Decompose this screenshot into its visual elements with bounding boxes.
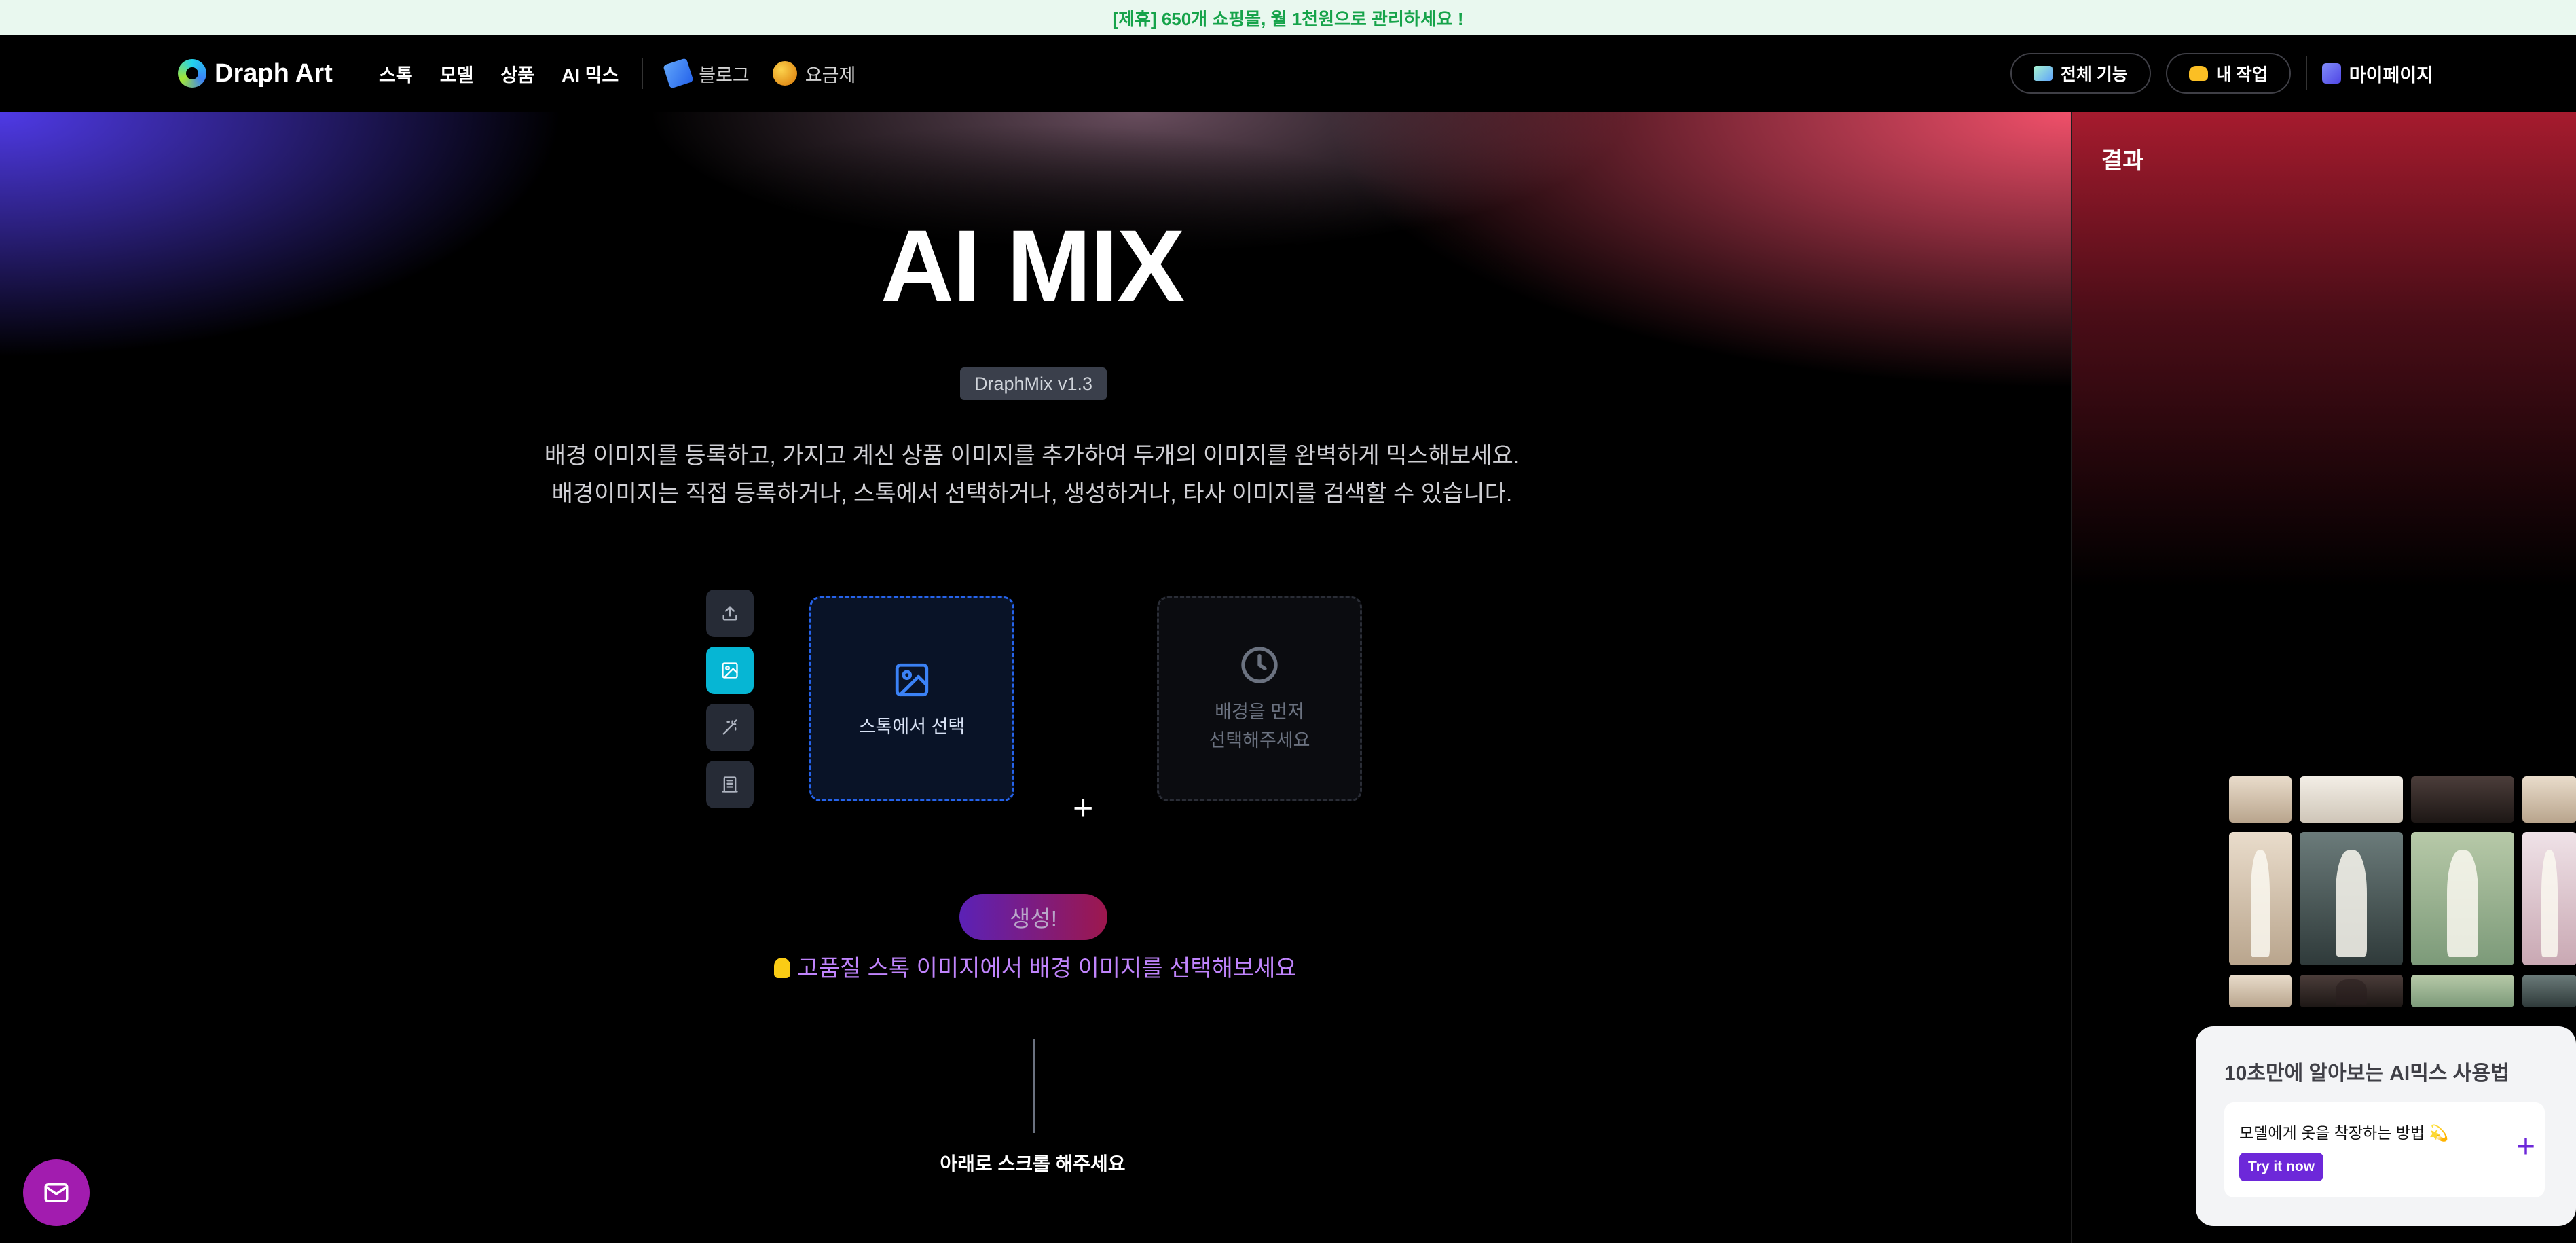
header-actions: 전체 기능 내 작업 마이페이지 bbox=[2010, 53, 2433, 94]
gallery-thumbnail[interactable] bbox=[2522, 832, 2576, 965]
stock-image-tool-button[interactable] bbox=[706, 647, 754, 694]
cards-icon bbox=[2033, 66, 2053, 81]
upload-icon bbox=[722, 606, 737, 621]
logo-mark-icon bbox=[178, 59, 206, 88]
gallery-thumbnail[interactable] bbox=[2522, 975, 2576, 1007]
model-figure bbox=[2336, 979, 2367, 1006]
nav-item-pricing[interactable]: 요금제 bbox=[772, 60, 856, 87]
header-divider bbox=[2305, 56, 2307, 90]
nav-divider bbox=[642, 58, 644, 89]
building-icon bbox=[722, 776, 738, 793]
upload-tool-button[interactable] bbox=[706, 590, 754, 637]
product-image-card-disabled: 배경을 먼저 선택해주세요 bbox=[1157, 596, 1362, 801]
book-icon bbox=[663, 58, 694, 89]
all-features-button[interactable]: 전체 기능 bbox=[2010, 53, 2151, 94]
nav-item-pricing-label: 요금제 bbox=[805, 65, 856, 86]
gallery-thumbnail[interactable] bbox=[2300, 776, 2403, 823]
magic-wand-icon bbox=[722, 719, 737, 735]
person-icon bbox=[2321, 63, 2341, 84]
model-figure bbox=[2336, 850, 2367, 958]
tip-message: 고품질 스톡 이미지에서 배경 이미지를 선택해보세요 bbox=[0, 950, 2071, 983]
logo-text: Draph Art bbox=[215, 58, 333, 88]
gallery-thumbnail[interactable] bbox=[2300, 975, 2403, 1007]
image-icon bbox=[895, 663, 929, 696]
gallery-thumbnail[interactable] bbox=[2411, 776, 2514, 823]
nav-item-ai-mix[interactable]: AI 믹스 bbox=[562, 60, 619, 87]
stock-select-label: 스톡에서 선택 bbox=[858, 716, 965, 737]
main-area: AI MIX DraphMix v1.3 배경 이미지를 등록하고, 가지고 계… bbox=[0, 112, 2071, 1243]
clock-icon bbox=[1241, 647, 1278, 683]
description-line-2: 배경이미지는 직접 등록하거나, 스톡에서 선택하거나, 생성하거나, 타사 이… bbox=[551, 481, 1513, 507]
gallery-thumbnail[interactable] bbox=[2411, 975, 2514, 1007]
tutorial-popup: 10초만에 알아보는 AI믹스 사용법 모델에게 옷을 착장하는 방법 💫 Tr… bbox=[2196, 1026, 2576, 1226]
tutorial-title: 10초만에 알아보는 AI믹스 사용법 bbox=[2224, 1062, 2509, 1085]
promo-text[interactable]: [제휴] 650개 쇼핑몰, 월 1천원으로 관리하세요 ! bbox=[1112, 5, 1463, 31]
try-it-now-button[interactable]: Try it now bbox=[2239, 1153, 2323, 1181]
my-work-label: 내 작업 bbox=[2215, 65, 2268, 84]
gallery-thumbnail[interactable] bbox=[2300, 832, 2403, 965]
generate-tool-button[interactable] bbox=[706, 704, 754, 751]
image-icon bbox=[722, 662, 738, 679]
model-figure bbox=[2447, 850, 2478, 958]
sample-image-gallery[interactable] bbox=[2229, 776, 2576, 1007]
nav-item-blog-label: 블로그 bbox=[699, 65, 750, 86]
gallery-thumbnail[interactable] bbox=[2411, 832, 2514, 965]
nav-item-product[interactable]: 상품 bbox=[500, 60, 534, 87]
model-figure bbox=[2251, 850, 2270, 958]
description-line-1: 배경 이미지를 등록하고, 가지고 계신 상품 이미지를 추가하여 두개의 이미… bbox=[544, 443, 1520, 469]
contact-mail-button[interactable] bbox=[23, 1159, 90, 1226]
page-title: AI MIX bbox=[880, 209, 1185, 323]
pending-message-line-1: 배경을 먼저 bbox=[1215, 702, 1304, 722]
tip-text: 고품질 스톡 이미지에서 배경 이미지를 선택해보세요 bbox=[797, 956, 1297, 981]
gallery-thumbnail[interactable] bbox=[2229, 975, 2292, 1007]
main-nav: 스톡 모델 상품 AI 믹스 블로그 요금제 bbox=[379, 56, 879, 91]
tutorial-item-text: 모델에게 옷을 착장하는 방법 💫 bbox=[2239, 1124, 2449, 1142]
gallery-thumbnail[interactable] bbox=[2522, 776, 2576, 823]
pending-message: 배경을 먼저 선택해주세요 bbox=[1209, 698, 1310, 755]
nav-item-model[interactable]: 모델 bbox=[440, 60, 474, 87]
model-figure bbox=[2541, 850, 2558, 958]
coin-icon bbox=[772, 61, 797, 86]
lightbulb-icon bbox=[774, 958, 791, 978]
pending-message-line-2: 선택해주세요 bbox=[1209, 730, 1310, 751]
expand-plus-icon[interactable]: + bbox=[2516, 1127, 2535, 1168]
tutorial-item[interactable]: 모델에게 옷을 착장하는 방법 💫 Try it now + bbox=[2224, 1102, 2545, 1197]
nav-item-blog[interactable]: 블로그 bbox=[663, 58, 750, 89]
logo[interactable]: Draph Art bbox=[178, 56, 333, 91]
search-tool-button[interactable] bbox=[706, 761, 754, 808]
top-header: Draph Art 스톡 모델 상품 AI 믹스 블로그 요금제 전체 기능 내… bbox=[0, 35, 2576, 111]
stock-select-card[interactable]: 스톡에서 선택 bbox=[809, 596, 1014, 801]
gallery-thumbnail[interactable] bbox=[2229, 832, 2292, 965]
mail-icon bbox=[44, 1183, 69, 1202]
scroll-hint: 아래로 스크롤 해주세요 bbox=[940, 1153, 1126, 1174]
my-work-button[interactable]: 내 작업 bbox=[2165, 53, 2291, 94]
result-title: 결과 bbox=[2101, 148, 2144, 174]
all-features-label: 전체 기능 bbox=[2060, 65, 2128, 84]
nav-item-stock[interactable]: 스톡 bbox=[379, 60, 413, 87]
scroll-indicator-line bbox=[1033, 1039, 1035, 1133]
gallery-thumbnail[interactable] bbox=[2229, 776, 2292, 823]
hand-icon bbox=[2188, 66, 2208, 81]
version-badge: DraphMix v1.3 bbox=[960, 367, 1107, 400]
generate-button[interactable]: 생성! bbox=[959, 894, 1107, 940]
promo-banner[interactable]: [제휴] 650개 쇼핑몰, 월 1천원으로 관리하세요 ! bbox=[0, 0, 2576, 35]
plus-sign: + bbox=[1073, 789, 1094, 828]
hero-glow-fade bbox=[0, 112, 2071, 588]
mypage-link[interactable]: 마이페이지 bbox=[2321, 60, 2433, 87]
mypage-label: 마이페이지 bbox=[2349, 65, 2433, 86]
